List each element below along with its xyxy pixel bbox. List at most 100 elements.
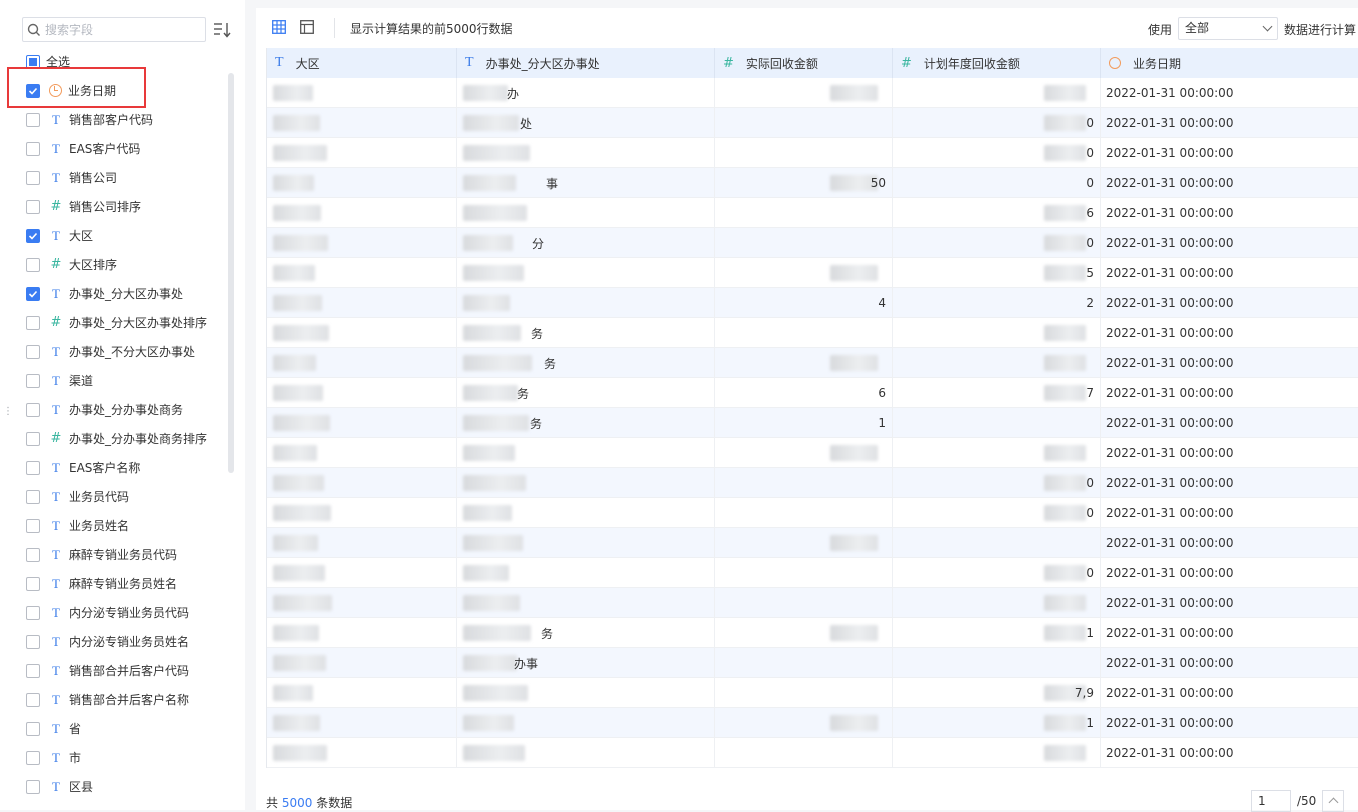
page-input[interactable]: 1 [1251, 790, 1291, 812]
checkbox[interactable] [26, 170, 40, 185]
redacted-block [1044, 385, 1086, 401]
field-item[interactable]: # 办事处_分大区办事处排序 [26, 308, 207, 337]
table-cell [715, 468, 893, 498]
checkbox[interactable] [26, 663, 40, 678]
field-item[interactable]: 业务日期 [26, 76, 116, 105]
checkbox[interactable] [26, 605, 40, 620]
column-header[interactable]: # 计划年度回收金额 [893, 48, 1101, 78]
checkbox[interactable] [26, 257, 40, 272]
table-row: 分 0 2022-01-31 00:00:00 [267, 228, 1358, 258]
field-item[interactable]: T 办事处_不分大区办事处 [26, 337, 195, 366]
checkbox[interactable] [26, 373, 40, 388]
field-item[interactable]: T 区县 [26, 772, 93, 801]
redacted-block [463, 355, 532, 371]
redacted-block [273, 145, 327, 161]
field-item[interactable]: T 办事处_分大区办事处 [26, 279, 183, 308]
column-header[interactable]: # 实际回收金额 [715, 48, 893, 78]
checkbox[interactable] [26, 460, 40, 475]
field-item[interactable]: T 销售部客户代码 [26, 105, 153, 134]
cell-value: 务 [531, 326, 544, 341]
layout-view-icon[interactable] [300, 20, 314, 34]
select-all-box[interactable] [26, 54, 40, 69]
checkbox-checked[interactable] [26, 286, 40, 301]
cell-value: 2 [1086, 296, 1094, 310]
column-header[interactable]: T 办事处_分大区办事处 [457, 48, 715, 78]
checkbox-checked[interactable] [26, 228, 40, 243]
data-scope-select[interactable]: 全部 [1178, 17, 1278, 40]
table-cell: 0 [893, 138, 1101, 168]
table-cell: 办事 [457, 648, 715, 678]
cell-value: 处 [520, 116, 533, 131]
resize-handle[interactable]: ⋮ [3, 406, 13, 417]
field-item[interactable]: T 渠道 [26, 366, 93, 395]
field-item[interactable]: T 业务员姓名 [26, 511, 129, 540]
redacted-block [463, 505, 512, 521]
checkbox[interactable] [26, 344, 40, 359]
redacted-block [830, 445, 878, 461]
cell-date: 2022-01-31 00:00:00 [1106, 566, 1234, 580]
checkbox[interactable] [26, 576, 40, 591]
data-table: T 大区 T 办事处_分大区办事处 # 实际回收金额 # 计划年度回收金额 业务日期 办 2022… [266, 48, 1358, 768]
field-item[interactable]: T 内分泌专销业务员代码 [26, 598, 189, 627]
field-item[interactable]: T市 [26, 743, 81, 772]
checkbox[interactable] [26, 489, 40, 504]
checkbox[interactable] [26, 634, 40, 649]
prev-page-button[interactable] [1322, 790, 1345, 812]
checkbox[interactable] [26, 141, 40, 156]
sort-icon[interactable] [212, 20, 234, 40]
table-cell [893, 318, 1101, 348]
table-cell [457, 558, 715, 588]
redacted-block [273, 595, 332, 611]
checkbox[interactable] [26, 199, 40, 214]
field-item[interactable]: T 大区 [26, 221, 93, 250]
field-label: 大区 [69, 229, 94, 243]
checkbox[interactable] [26, 779, 40, 794]
checkbox-checked[interactable] [26, 83, 40, 98]
field-item[interactable]: T 销售公司 [26, 163, 117, 192]
data-scope-value: 全部 [1185, 21, 1210, 35]
field-item[interactable]: # 办事处_分办事处商务排序 [26, 424, 207, 453]
table-cell [715, 318, 893, 348]
table-cell [267, 738, 457, 768]
field-item[interactable]: T EAS客户名称 [26, 453, 140, 482]
checkbox[interactable] [26, 402, 40, 417]
table-view-icon[interactable] [272, 20, 286, 34]
table-cell: 2022-01-31 00:00:00 [1101, 588, 1358, 618]
cell-date: 2022-01-31 00:00:00 [1106, 116, 1234, 130]
field-item[interactable]: # 销售公司排序 [26, 192, 141, 221]
checkbox[interactable] [26, 518, 40, 533]
checkbox[interactable] [26, 692, 40, 707]
search-input[interactable]: 搜索字段 [22, 17, 206, 42]
field-item[interactable]: T 销售部合并后客户代码 [26, 656, 189, 685]
field-item[interactable]: T 业务员代码 [26, 482, 129, 511]
field-item[interactable]: T 麻醉专销业务员姓名 [26, 569, 177, 598]
redacted-block [463, 85, 508, 101]
table-cell [715, 438, 893, 468]
use-label: 使用 [1148, 23, 1173, 37]
checkbox[interactable] [26, 750, 40, 765]
pagination: 1 /50 [1251, 790, 1345, 812]
field-item[interactable]: T EAS客户代码 [26, 134, 140, 163]
field-item[interactable]: T 内分泌专销业务员姓名 [26, 627, 189, 656]
sidebar-scrollbar[interactable] [228, 73, 234, 473]
checkbox[interactable] [26, 721, 40, 736]
table-cell [715, 528, 893, 558]
field-item[interactable]: T 麻醉专销业务员代码 [26, 540, 177, 569]
checkbox[interactable] [26, 112, 40, 127]
select-all-checkbox[interactable]: 全选 [26, 47, 70, 76]
checkbox[interactable] [26, 431, 40, 446]
field-item[interactable]: # 大区排序 [26, 250, 117, 279]
redacted-block [1044, 715, 1086, 731]
table-cell [457, 468, 715, 498]
checkbox[interactable] [26, 315, 40, 330]
column-header[interactable]: T 大区 [267, 48, 457, 78]
cell-date: 2022-01-31 00:00:00 [1106, 746, 1234, 760]
field-item[interactable]: T 办事处_分办事处商务 [26, 395, 183, 424]
column-header[interactable]: 业务日期 [1101, 48, 1358, 78]
field-item[interactable]: T省 [26, 714, 81, 743]
field-item[interactable]: T 销售部合并后客户名称 [26, 685, 189, 714]
cell-value: 0 [1086, 506, 1094, 520]
table-cell [457, 588, 715, 618]
text-type-icon: T [52, 575, 60, 591]
checkbox[interactable] [26, 547, 40, 562]
